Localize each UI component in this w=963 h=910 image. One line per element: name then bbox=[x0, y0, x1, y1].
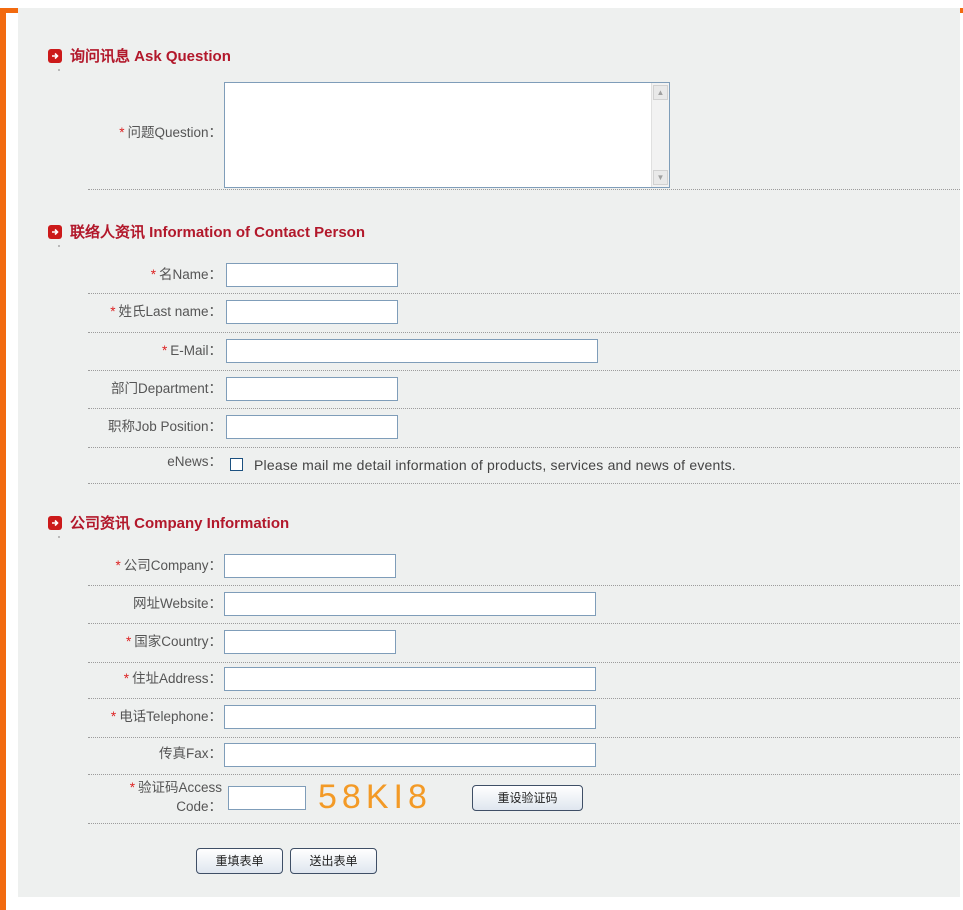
telephone-label: * 电话Telephone： bbox=[110, 709, 222, 724]
reset-form-button[interactable]: 重填表单 bbox=[196, 848, 283, 874]
address-input[interactable] bbox=[224, 667, 596, 691]
telephone-row: * 电话Telephone： bbox=[88, 700, 960, 738]
divider-dot bbox=[58, 536, 60, 538]
website-input[interactable] bbox=[224, 592, 596, 616]
access-code-label: * 验证码Access bbox=[129, 780, 222, 795]
section-title-text: 公司资讯 Company Information bbox=[70, 515, 290, 532]
last-name-label: * 姓氏Last name： bbox=[110, 304, 222, 319]
job-position-label: 职称Job Position： bbox=[107, 419, 222, 434]
country-label: * 国家Country： bbox=[125, 634, 222, 649]
arrow-right-icon bbox=[48, 515, 62, 530]
submit-form-button[interactable]: 送出表单 bbox=[290, 848, 377, 874]
job-position-input[interactable] bbox=[226, 415, 398, 439]
company-row: * 公司Company： bbox=[88, 549, 960, 586]
country-row: * 国家Country： bbox=[88, 625, 960, 663]
question-label: * 问题Question： bbox=[119, 125, 222, 140]
fax-input[interactable] bbox=[224, 743, 596, 767]
arrow-right-icon bbox=[48, 224, 62, 239]
divider-dot bbox=[58, 245, 60, 247]
form-panel: 询问讯息 Ask Question * 问题Question： ▲ ▼ 联络人资讯… bbox=[18, 8, 960, 897]
section-title-text: 联络人资讯 Information of Contact Person bbox=[70, 224, 366, 241]
access-code-input[interactable] bbox=[228, 786, 306, 810]
last-name-input[interactable] bbox=[226, 300, 398, 324]
question-row: * 问题Question： ▲ ▼ bbox=[88, 82, 960, 190]
required-marker: * bbox=[119, 125, 125, 140]
enews-checkbox[interactable] bbox=[230, 458, 243, 471]
address-label: * 住址Address： bbox=[123, 671, 222, 686]
company-input[interactable] bbox=[224, 554, 396, 578]
section-title-contact-person: 联络人资讯 Information of Contact Person bbox=[48, 221, 365, 242]
fax-row: 传真Fax： bbox=[88, 739, 960, 775]
enews-checkbox-text: Please mail me detail information of pro… bbox=[254, 457, 736, 473]
enews-label: eNews： bbox=[167, 454, 222, 469]
access-code-row: * 验证码Access Code： 58KI8 重设验证码 bbox=[88, 776, 960, 824]
captcha-image: 58KI8 bbox=[318, 778, 432, 816]
email-label: * E-Mail： bbox=[161, 343, 222, 358]
website-row: 网址Website： bbox=[88, 587, 960, 624]
divider-dot bbox=[58, 69, 60, 71]
access-code-label-line2: Code： bbox=[176, 799, 222, 814]
section-title-ask-question: 询问讯息 Ask Question bbox=[48, 45, 231, 66]
textarea-scrollbar[interactable]: ▲ ▼ bbox=[651, 83, 669, 187]
department-input[interactable] bbox=[226, 377, 398, 401]
scroll-down-icon[interactable]: ▼ bbox=[653, 170, 668, 185]
website-label: 网址Website： bbox=[132, 596, 222, 611]
question-textarea[interactable]: ▲ ▼ bbox=[224, 82, 670, 188]
department-row: 部门Department： bbox=[88, 372, 960, 409]
section-title-company: 公司资讯 Company Information bbox=[48, 512, 289, 533]
country-input[interactable] bbox=[224, 630, 396, 654]
reset-captcha-button[interactable]: 重设验证码 bbox=[472, 785, 583, 811]
telephone-input[interactable] bbox=[224, 705, 596, 729]
department-label: 部门Department： bbox=[110, 381, 222, 396]
name-input[interactable] bbox=[226, 263, 398, 287]
last-name-row: * 姓氏Last name： bbox=[88, 295, 960, 333]
section-title-text: 询问讯息 Ask Question bbox=[70, 48, 231, 65]
email-input[interactable] bbox=[226, 339, 598, 363]
enews-row: eNews： Please mail me detail information… bbox=[88, 449, 960, 484]
email-row: * E-Mail： bbox=[88, 334, 960, 371]
fax-label: 传真Fax： bbox=[158, 746, 222, 761]
name-label: * 名Name： bbox=[150, 267, 222, 282]
arrow-right-icon bbox=[48, 48, 62, 63]
scroll-up-icon[interactable]: ▲ bbox=[653, 85, 668, 100]
job-position-row: 职称Job Position： bbox=[88, 410, 960, 448]
company-label: * 公司Company： bbox=[115, 558, 222, 573]
name-row: * 名Name： bbox=[88, 258, 960, 294]
address-row: * 住址Address： bbox=[88, 664, 960, 699]
